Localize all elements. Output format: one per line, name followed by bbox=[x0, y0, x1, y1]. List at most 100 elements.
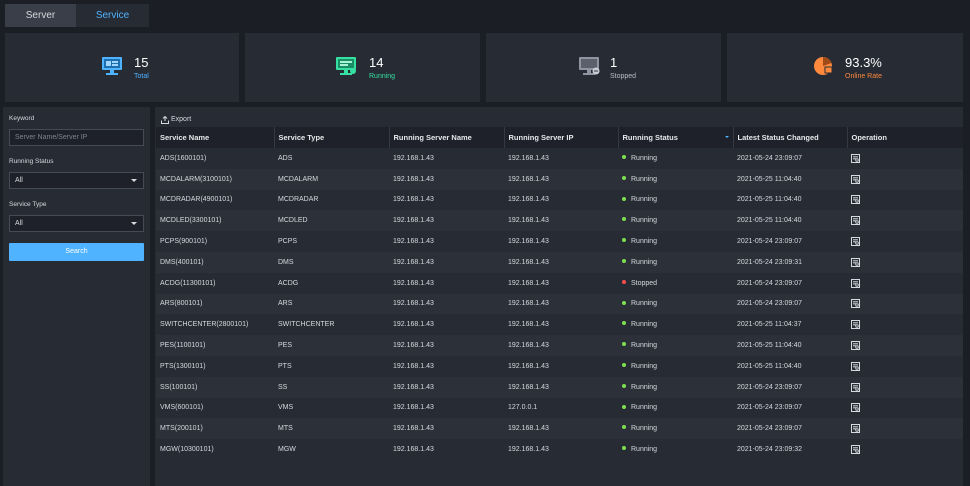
tab-server[interactable]: Server bbox=[5, 4, 76, 27]
operation-cell bbox=[847, 294, 963, 315]
status-cell: Running bbox=[618, 356, 733, 377]
table-row: DMS(400101) DMS 192.168.1.43 192.168.1.43 Ru… bbox=[156, 251, 963, 273]
table-row: MCDLED(3300101) MCDLED 192.168.1.43 192.168… bbox=[156, 210, 963, 232]
server-ip-cell: 192.168.1.43 bbox=[508, 342, 549, 350]
details-icon[interactable] bbox=[851, 445, 860, 455]
operation-cell bbox=[847, 335, 963, 356]
details-icon[interactable] bbox=[851, 195, 860, 205]
monitor-icon bbox=[102, 57, 122, 75]
status-changed-cell: 2021-05-25 11:04:40 bbox=[737, 175, 802, 183]
table-header: Service Name Service Type Running Server… bbox=[156, 127, 963, 148]
server-ip-cell: 192.168.1.43 bbox=[508, 383, 549, 391]
details-icon[interactable] bbox=[851, 153, 860, 163]
sort-icon[interactable] bbox=[724, 136, 729, 138]
running-status-select[interactable]: All bbox=[9, 172, 144, 189]
service-type-select[interactable]: All bbox=[9, 215, 144, 232]
server-name-cell: 192.168.1.43 bbox=[393, 196, 434, 204]
service-name-cell: DMS(400101) bbox=[160, 258, 204, 266]
details-icon[interactable] bbox=[851, 403, 860, 413]
service-name-cell: SWITCHCENTER(2800101) bbox=[160, 321, 249, 329]
details-icon[interactable] bbox=[851, 341, 860, 351]
chevron-down-icon bbox=[131, 179, 137, 182]
service-name-cell: PCPS(900101) bbox=[160, 238, 208, 246]
status-dot-icon bbox=[622, 259, 626, 264]
service-type-cell: SWITCHCENTER bbox=[278, 321, 335, 329]
status-text: Running bbox=[631, 404, 658, 412]
status-text: Running bbox=[631, 258, 658, 266]
table-row: ADS(1600101) ADS 192.168.1.43 192.168.1.43 R… bbox=[156, 148, 963, 169]
status-changed-cell: 2021-05-24 23:09:07 bbox=[737, 383, 802, 391]
column-header-label: Running Status bbox=[622, 133, 678, 142]
service-name-cell: MCDRADAR(4900101) bbox=[160, 196, 233, 204]
search-button[interactable]: Search bbox=[9, 243, 144, 261]
details-icon[interactable] bbox=[851, 174, 860, 184]
table-row: MTS(200101) MTS 192.168.1.43 192.168.1.43 Ru… bbox=[156, 418, 963, 440]
export-button[interactable]: Export bbox=[161, 114, 191, 126]
online-rate-value: 93.3% bbox=[845, 55, 882, 70]
status-cell: Running bbox=[618, 439, 733, 460]
details-icon[interactable] bbox=[851, 257, 860, 267]
service-name-cell: MCDLED(3300101) bbox=[160, 217, 222, 225]
status-changed-cell: 2021-05-24 23:09:07 bbox=[737, 404, 802, 412]
status-cell: Running bbox=[618, 231, 733, 252]
status-changed-cell: 2021-05-25 11:04:40 bbox=[737, 342, 802, 350]
column-header[interactable]: Running Server IP bbox=[504, 127, 619, 148]
service-type-value: All bbox=[15, 220, 23, 227]
service-type-cell: MTS bbox=[278, 425, 293, 433]
column-header[interactable]: Service Type bbox=[274, 127, 390, 148]
details-icon[interactable] bbox=[851, 361, 860, 371]
service-type-cell: MGW bbox=[278, 446, 296, 454]
details-icon[interactable] bbox=[851, 237, 860, 247]
status-changed-cell: 2021-05-24 23:09:07 bbox=[737, 238, 802, 246]
details-icon[interactable] bbox=[851, 278, 860, 288]
status-dot-icon bbox=[622, 196, 626, 201]
service-name-cell: PES(1100101) bbox=[160, 342, 206, 350]
server-ip-cell: 192.168.1.43 bbox=[508, 175, 549, 183]
status-changed-cell: 2021-05-24 23:09:31 bbox=[737, 258, 802, 266]
stopped-count: 1 bbox=[610, 55, 618, 70]
operation-cell bbox=[847, 398, 963, 419]
status-changed-cell: 2021-05-24 23:09:07 bbox=[737, 154, 802, 162]
status-text: Running bbox=[631, 446, 658, 454]
status-text: Running bbox=[631, 321, 658, 329]
status-text: Running bbox=[631, 425, 658, 433]
status-text: Running bbox=[631, 300, 658, 308]
online-rate-label: Online Rate bbox=[845, 73, 882, 80]
service-type-cell: DMS bbox=[278, 258, 294, 266]
status-dot-icon bbox=[622, 238, 626, 243]
status-text: Running bbox=[631, 154, 658, 162]
pie-chart-icon bbox=[814, 56, 833, 75]
table-row: VMS(600101) VMS 192.168.1.43 127.0.0.1 Runni… bbox=[156, 398, 963, 419]
details-icon[interactable] bbox=[851, 299, 860, 309]
server-name-cell: 192.168.1.43 bbox=[393, 217, 434, 225]
server-ip-cell: 192.168.1.43 bbox=[508, 196, 549, 204]
tab-service[interactable]: Service bbox=[76, 4, 149, 27]
status-cell: Running bbox=[618, 294, 733, 315]
status-dot-icon bbox=[622, 300, 626, 305]
details-icon[interactable] bbox=[851, 382, 860, 392]
export-icon bbox=[161, 116, 169, 124]
column-header[interactable]: Service Name bbox=[156, 127, 275, 148]
status-changed-cell: 2021-05-24 23:09:07 bbox=[737, 279, 802, 287]
server-ip-cell: 192.168.1.43 bbox=[508, 362, 549, 370]
operation-cell bbox=[847, 418, 963, 439]
column-header-running-status[interactable]: Running Status bbox=[618, 127, 734, 148]
service-type-cell: PCPS bbox=[278, 238, 298, 246]
column-header[interactable]: Latest Status Changed bbox=[733, 127, 848, 148]
server-name-cell: 192.168.1.43 bbox=[393, 238, 434, 246]
server-name-cell: 192.168.1.43 bbox=[393, 362, 434, 370]
table-row: MCDALARM(3100101) MCDALARM 192.168.1.43 192… bbox=[156, 168, 963, 190]
keyword-input[interactable]: Server Name/Server IP bbox=[9, 129, 144, 146]
details-icon[interactable] bbox=[851, 424, 860, 434]
service-list-panel: Export Service Name Service Type Running… bbox=[155, 107, 963, 486]
details-icon[interactable] bbox=[851, 320, 860, 330]
service-type-cell: MCDRADAR bbox=[278, 196, 319, 204]
operation-cell bbox=[847, 252, 963, 273]
column-header[interactable]: Running Server Name bbox=[389, 127, 505, 148]
table-row: ARS(800101) ARS 192.168.1.43 192.168.1.43 Ru… bbox=[156, 293, 963, 315]
server-ip-cell: 192.168.1.43 bbox=[508, 446, 549, 454]
status-cell: Running bbox=[618, 169, 733, 190]
table-row: ACDG(11300101) ACDG 192.168.1.43 192.168.1.… bbox=[156, 273, 963, 294]
details-icon[interactable] bbox=[851, 216, 860, 226]
stat-card-total: 15 Total bbox=[5, 33, 239, 102]
